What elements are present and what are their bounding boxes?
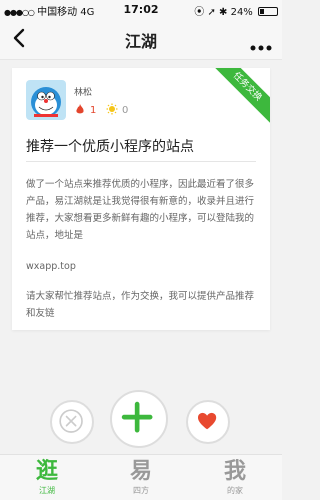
sun-icon xyxy=(106,103,118,118)
avatar[interactable] xyxy=(26,80,66,120)
like-button[interactable] xyxy=(186,400,230,444)
tab-glyph: 我 xyxy=(223,459,246,484)
plus-icon xyxy=(121,401,153,433)
sun-count: 0 xyxy=(122,105,129,116)
title-divider xyxy=(26,161,256,162)
task-exchange-ribbon: 任务交换 xyxy=(210,68,270,124)
tab-sifang[interactable]: 易 四方 xyxy=(94,459,188,497)
more-dots-icon[interactable] xyxy=(250,36,272,51)
username: 林松 xyxy=(74,88,93,98)
ribbon-label: 任务交换 xyxy=(230,70,264,104)
tab-label: 的家 xyxy=(227,486,243,495)
chevron-left-icon[interactable] xyxy=(8,26,32,50)
post-paragraph: 请大家帮忙推荐站点，作为交换，我可以提供产品推荐和友链 xyxy=(26,291,255,319)
heart-icon xyxy=(198,412,217,430)
status-bar: ●●●○○ 中国移动 4G 17:02 ⦿ ➚ ✱ 24% xyxy=(0,0,282,18)
battery-icon xyxy=(258,7,278,16)
battery-percent: 24% xyxy=(230,7,253,18)
tab-dejia[interactable]: 我 的家 xyxy=(188,459,282,497)
page-title: 江湖 xyxy=(124,32,157,51)
tab-label: 江湖 xyxy=(39,486,55,495)
nav-bar: 江湖 xyxy=(0,18,282,60)
sun-stat: 0 xyxy=(106,103,128,118)
tab-glyph: 易 xyxy=(129,459,152,484)
tab-bar: 逛 江湖 易 四方 我 的家 xyxy=(0,454,282,500)
post-paragraph: 做了一个站点来推荐优质的小程序，因此最近看了很多产品，易江湖就是让我觉得很有新意… xyxy=(26,179,255,241)
status-right: ⦿ ➚ ✱ 24% xyxy=(194,3,278,18)
fire-icon xyxy=(74,103,86,118)
post-card[interactable]: 林松 1 0 任务交换 推荐一个优质小程序的站点 做了一个站点来推荐优质的小程序… xyxy=(12,68,270,330)
action-bar xyxy=(0,390,282,452)
dislike-button[interactable] xyxy=(50,400,94,444)
post-link: wxapp.top xyxy=(26,261,76,272)
fire-stat: 1 xyxy=(74,103,96,118)
tab-label: 四方 xyxy=(133,486,149,495)
close-icon xyxy=(59,409,83,433)
tab-jianghu[interactable]: 逛 江湖 xyxy=(0,459,94,497)
add-button[interactable] xyxy=(110,390,168,448)
tab-glyph: 逛 xyxy=(35,459,58,484)
fire-count: 1 xyxy=(90,105,97,116)
post-title: 推荐一个优质小程序的站点 xyxy=(26,139,194,155)
status-icons: ⦿ ➚ ✱ xyxy=(194,7,228,18)
